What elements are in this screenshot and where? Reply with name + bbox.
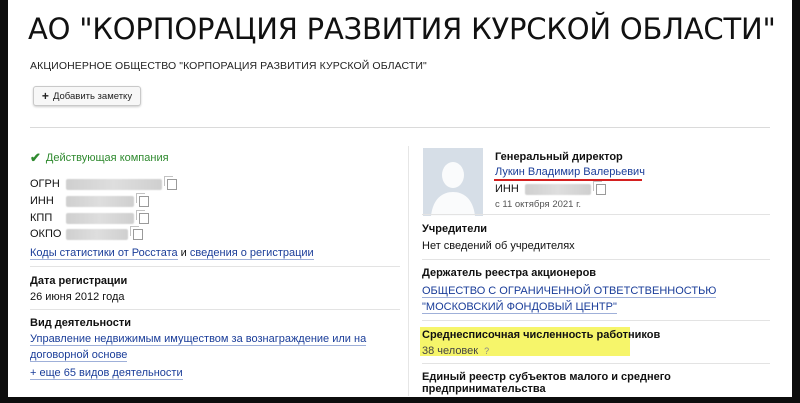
- copy-icon[interactable]: [136, 192, 149, 207]
- page-title: АО "КОРПОРАЦИЯ РАЗВИТИЯ КУРСКОЙ ОБЛАСТИ": [28, 12, 776, 46]
- section-divider: [422, 320, 770, 321]
- activity-main-link[interactable]: Управление недвижимым имуществом за возн…: [30, 333, 367, 362]
- red-underline-annotation: [494, 179, 642, 181]
- section-divider: [30, 266, 400, 267]
- section-divider: [422, 363, 770, 364]
- msp-registry-heading: Единый реестр субъектов малого и среднег…: [422, 371, 671, 395]
- person-silhouette-icon: [423, 148, 483, 216]
- director-inn-label: ИНН: [495, 183, 519, 195]
- okpo-row: ОКПО: [30, 225, 143, 240]
- copy-icon[interactable]: [164, 175, 177, 190]
- copy-icon[interactable]: [593, 180, 606, 195]
- registry-holder: ОБЩЕСТВО С ОГРАНИЧЕННОЙ ОТВЕТСТВЕННОСТЬЮ…: [422, 283, 762, 315]
- employees-value: 38 человек: [422, 345, 479, 357]
- director-inn-redacted: [525, 183, 591, 195]
- kpp-label: КПП: [30, 212, 53, 224]
- inn-row: ИНН: [30, 192, 149, 207]
- director-name-link[interactable]: Лукин Владимир Валерьевич: [495, 166, 645, 178]
- activity-main: Управление недвижимым имуществом за возн…: [30, 331, 370, 363]
- add-note-button[interactable]: + Добавить заметку: [33, 86, 141, 106]
- checkmark-icon: ✔: [30, 150, 41, 165]
- help-icon[interactable]: ?: [484, 346, 489, 356]
- employees-heading: Среднесписочная численность работников: [422, 329, 661, 341]
- section-divider: [422, 259, 770, 260]
- plus-icon: +: [41, 89, 49, 103]
- activity-more-link[interactable]: + еще 65 видов деятельности: [30, 367, 183, 380]
- statistics-links: Коды статистики от Росстата и сведения о…: [30, 247, 314, 260]
- ogrn-label: ОГРН: [30, 178, 60, 190]
- kpp-value-redacted: [66, 212, 134, 224]
- company-full-name: АКЦИОНЕРНОЕ ОБЩЕСТВО "КОРПОРАЦИЯ РАЗВИТИ…: [30, 60, 427, 72]
- registry-holder-link[interactable]: ОБЩЕСТВО С ОГРАНИЧЕННОЙ ОТВЕТСТВЕННОСТЬЮ…: [422, 285, 717, 314]
- copy-icon[interactable]: [130, 225, 143, 240]
- okpo-label: ОКПО: [30, 228, 62, 240]
- director-heading: Генеральный директор: [495, 151, 623, 163]
- okpo-value-redacted: [66, 228, 128, 240]
- copy-icon[interactable]: [136, 209, 149, 224]
- header-divider: [30, 127, 770, 128]
- statistics-codes-link[interactable]: Коды статистики от Росстата: [30, 247, 178, 260]
- director-inn-row: ИНН: [495, 180, 606, 195]
- ogrn-row: ОГРН: [30, 175, 177, 190]
- column-divider: [408, 146, 409, 396]
- founders-value: Нет сведений об учредителях: [422, 240, 575, 252]
- director-since: с 11 октября 2021 г.: [495, 199, 582, 210]
- section-divider: [422, 214, 770, 215]
- statistics-separator: и: [180, 247, 187, 259]
- inn-value-redacted: [66, 195, 134, 207]
- activity-more: + еще 65 видов деятельности: [30, 367, 183, 380]
- status-badge: ✔ Действующая компания: [30, 150, 169, 166]
- director-avatar: [423, 148, 483, 216]
- registration-date-heading: Дата регистрации: [30, 275, 128, 287]
- employees-row: 38 человек ?: [422, 345, 489, 357]
- inn-label: ИНН: [30, 195, 54, 207]
- company-card-page: АО "КОРПОРАЦИЯ РАЗВИТИЯ КУРСКОЙ ОБЛАСТИ"…: [8, 0, 792, 397]
- registration-date-value: 26 июня 2012 года: [30, 291, 125, 303]
- section-divider: [30, 309, 400, 310]
- registry-holder-heading: Держатель реестра акционеров: [422, 267, 597, 279]
- registration-info-link[interactable]: сведения о регистрации: [189, 247, 314, 260]
- activity-heading: Вид деятельности: [30, 317, 132, 329]
- add-note-label: Добавить заметку: [52, 90, 133, 102]
- ogrn-value-redacted: [66, 178, 162, 190]
- kpp-row: КПП: [30, 209, 149, 224]
- status-text: Действующая компания: [45, 152, 169, 164]
- founders-heading: Учредители: [422, 223, 488, 235]
